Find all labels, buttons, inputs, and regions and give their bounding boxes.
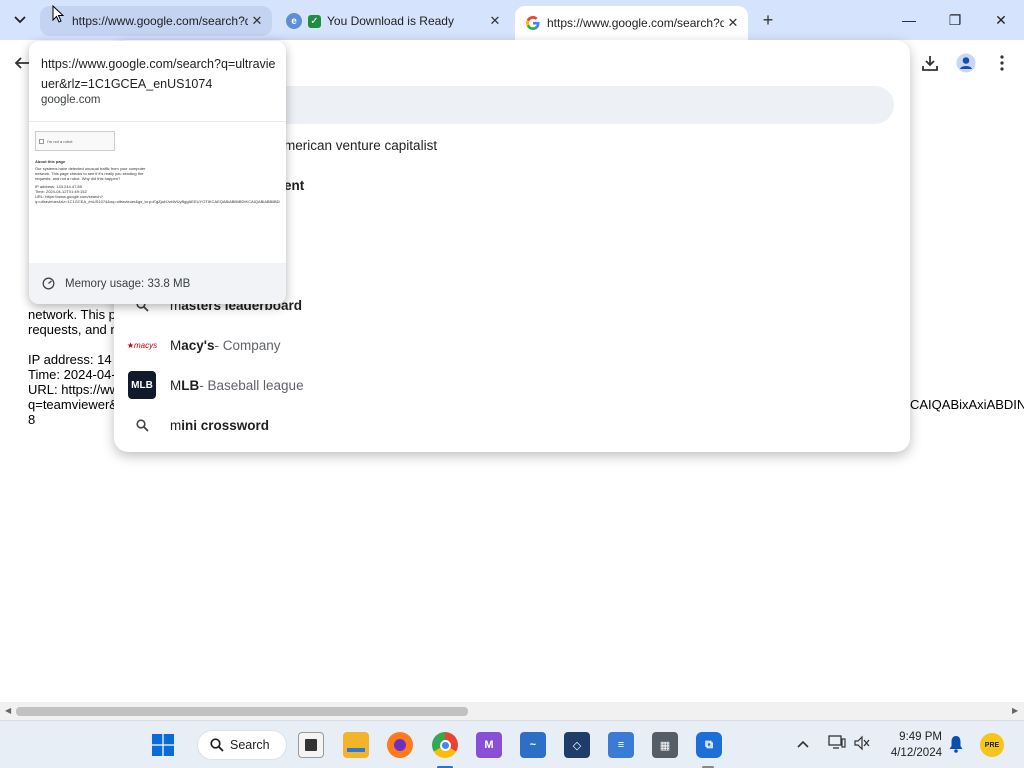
site-favicon-icon: e [286,13,302,29]
google-g-icon [526,16,540,30]
calculator-icon[interactable]: ▦ [652,732,678,758]
suggestion-mini-crossword[interactable]: m ini crossword [114,405,910,445]
url-text: URL: https://ww [28,382,120,397]
time-text: Time: 2024-04- [28,367,116,382]
kebab-menu-icon [1000,55,1004,71]
mouse-cursor-icon [52,5,64,23]
search-icon [114,418,170,432]
clock-date: 4/12/2024 [890,747,942,759]
ip-address-text: IP address: 14 [28,352,112,367]
hover-card-domain: google.com [41,94,101,106]
memory-gauge-icon [42,277,55,290]
photos-app-icon[interactable]: ~ [520,732,546,758]
chevron-up-icon [797,740,809,748]
scroll-right-icon[interactable]: ▶ [1012,706,1018,715]
notification-bell-icon[interactable] [948,735,964,758]
tab-google-search-teamviewer[interactable]: https://www.google.com/search?q=teamview… [515,6,748,40]
tab-close-icon[interactable]: ✕ [248,12,266,30]
query-text: q=teamviewer& [28,397,118,412]
mlb-logo-icon: MLB [114,371,170,399]
file-explorer-icon[interactable] [343,732,369,758]
captcha-checkbox-icon [39,138,44,144]
downloads-button[interactable] [918,51,942,75]
tab-title: https://www.google.com/search?q=ultravie… [72,14,248,28]
hover-card-footer: Memory usage: 33.8 MB [29,263,286,304]
macys-logo-icon: ★macys [126,340,158,350]
volume-muted-icon[interactable] [853,735,871,756]
minimize-button[interactable]: — [886,6,932,34]
network-icon[interactable] [828,735,846,756]
clock-time: 9:49 PM [899,731,942,743]
show-hidden-icons-button[interactable] [797,736,809,751]
checkmark-icon: ✓ [308,14,321,28]
virtualbox-icon[interactable]: ◇ [564,732,590,758]
copilot-preview-icon[interactable]: PRE [980,733,1004,757]
query-text-tail: 8 [28,412,36,427]
page-text-line: network. This p [28,307,116,322]
tab-search-button[interactable] [8,8,32,32]
captcha-box: I'm not a robot [35,131,115,151]
windows-taskbar: Search M ~ ◇ ≡ ▦ ⧉ 9:49 PM 4/12/2024 PRE [0,720,1024,768]
download-icon [922,56,938,71]
hover-card-url: https://www.google.com/search?q=ultravie… [41,57,276,91]
windows-start-icon[interactable] [150,732,176,758]
tab-close-icon[interactable]: ✕ [724,14,742,32]
scrollbar-thumb[interactable] [16,707,468,716]
chrome-icon[interactable] [432,732,458,758]
thumb-heading: About this page [35,159,66,164]
chevron-down-icon [14,16,26,24]
browser-window: https://www.google.com/search?q=ultravie… [0,0,1024,768]
search-icon [210,738,224,752]
memory-usage-text: Memory usage: 33.8 MB [65,277,191,290]
visual-studio-preview-icon[interactable]: M [476,732,502,758]
remote-desktop-icon[interactable]: ⧉ [696,732,722,758]
profile-avatar-icon [956,53,976,73]
hover-card-thumbnail: I'm not a robot About this page Our syst… [29,121,286,263]
restore-button[interactable]: ❐ [932,6,978,34]
tab-hover-card: https://www.google.com/search?q=ultravie… [29,41,286,304]
taskbar-clock[interactable]: 9:49 PM 4/12/2024 [880,729,942,761]
back-arrow-icon [14,57,29,69]
thumb-line: requests, and not a robot. Why did this … [35,176,121,181]
page-text-line: requests, and n [28,322,118,337]
new-tab-button[interactable]: + [757,9,779,31]
thumb-line: q=ultravieuer&rlz=1C1GCEA_enUS1074&oq=ul… [35,199,280,204]
query-text-fragment: CAIQABixAxiABDIN [910,397,1024,412]
taskbar-search[interactable]: Search [197,730,287,760]
close-window-button[interactable]: ✕ [978,6,1024,34]
firefox-icon[interactable] [387,732,413,758]
task-view-icon[interactable] [298,732,324,758]
notepad-icon[interactable]: ≡ [608,732,634,758]
profile-button[interactable] [954,51,978,75]
tab-strip: https://www.google.com/search?q=ultravie… [0,0,1024,40]
scroll-left-icon[interactable]: ◀ [5,706,11,715]
tab-close-icon[interactable]: ✕ [486,12,504,30]
tab-title: https://www.google.com/search?q=teamview… [547,16,724,30]
horizontal-scrollbar[interactable]: ◀ ▶ [0,702,1024,720]
tab-title: You Download is Ready [327,14,454,28]
tab-download-ready[interactable]: e ✓ You Download is Ready ✕ [278,6,510,36]
suggestion-mlb[interactable]: MLB M LB - Baseball league [114,365,910,405]
menu-button[interactable] [990,51,1014,75]
tab-google-search-ultravieuer[interactable]: https://www.google.com/search?q=ultravie… [40,6,272,36]
taskbar-search-label: Search [230,738,270,752]
suggestion-macys[interactable]: ★macys Macy's - Company [114,325,910,365]
